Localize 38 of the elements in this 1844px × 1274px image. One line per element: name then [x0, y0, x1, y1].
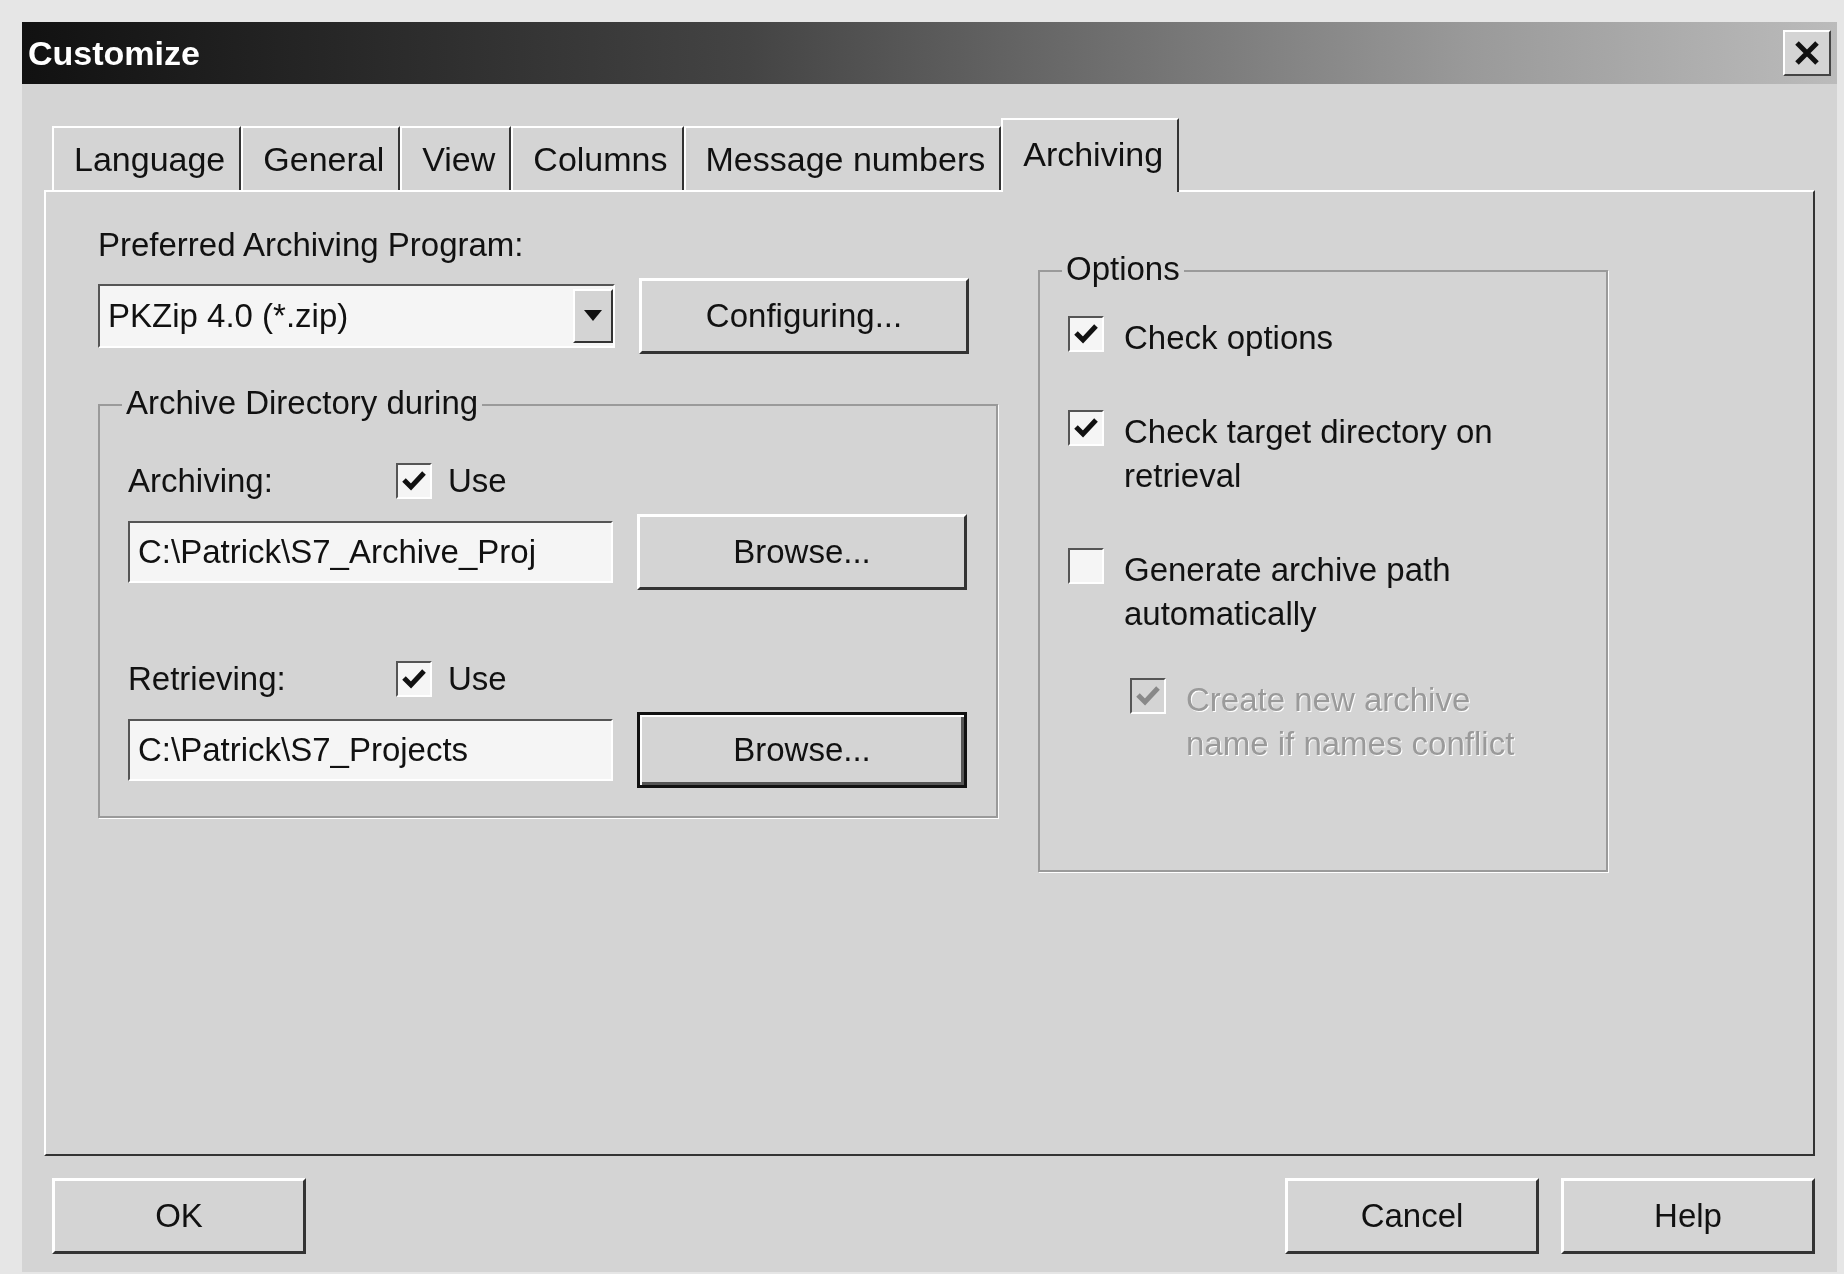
- dialog-button[interactable]: Cancel: [1285, 1178, 1539, 1254]
- path-field[interactable]: C:\Patrick\S7_Archive_Proj: [128, 521, 613, 583]
- path-field[interactable]: C:\Patrick\S7_Projects: [128, 719, 613, 781]
- configure-button[interactable]: Configuring...: [639, 278, 969, 354]
- tab[interactable]: Language: [52, 126, 242, 190]
- browse-button[interactable]: Browse...: [637, 712, 967, 788]
- check-icon: [1073, 416, 1099, 440]
- checkbox[interactable]: [396, 661, 432, 697]
- check-icon: [401, 469, 427, 493]
- dialog-button[interactable]: OK: [52, 1178, 306, 1254]
- checkbox[interactable]: [1068, 316, 1104, 352]
- dialog-button[interactable]: Help: [1561, 1178, 1815, 1254]
- checkbox[interactable]: [1068, 410, 1104, 446]
- checkbox-label: Generate archive path automatically: [1124, 550, 1452, 634]
- checkbox-label: Check options: [1124, 318, 1335, 358]
- checkbox[interactable]: [1068, 548, 1104, 584]
- checkbox-label: Check target directory on retrieval: [1124, 412, 1494, 496]
- tab[interactable]: View: [400, 126, 512, 190]
- window-title: Customize: [28, 33, 200, 73]
- browse-button[interactable]: Browse...: [637, 514, 967, 590]
- tab[interactable]: General: [241, 126, 401, 190]
- field-label: Archiving:: [128, 462, 274, 500]
- check-icon: [1135, 684, 1161, 708]
- field-label: Preferred Archiving Program:: [98, 226, 525, 264]
- checkbox[interactable]: [396, 463, 432, 499]
- check-icon: [1073, 322, 1099, 346]
- tab[interactable]: Columns: [511, 126, 684, 190]
- checkbox-label: Use: [448, 660, 507, 698]
- tab[interactable]: Archiving: [1001, 118, 1180, 192]
- field-label: Retrieving:: [128, 660, 287, 698]
- checkbox-label: Use: [448, 462, 507, 500]
- checkbox-label: Create new archive name if names conflict: [1186, 680, 1516, 764]
- check-icon: [401, 667, 427, 691]
- dropdown[interactable]: PKZip 4.0 (*.zip): [98, 284, 615, 348]
- close-button[interactable]: [1783, 30, 1831, 76]
- caret-icon: [584, 310, 602, 322]
- close-icon: [1792, 39, 1822, 67]
- tab[interactable]: Message numbers: [683, 126, 1002, 190]
